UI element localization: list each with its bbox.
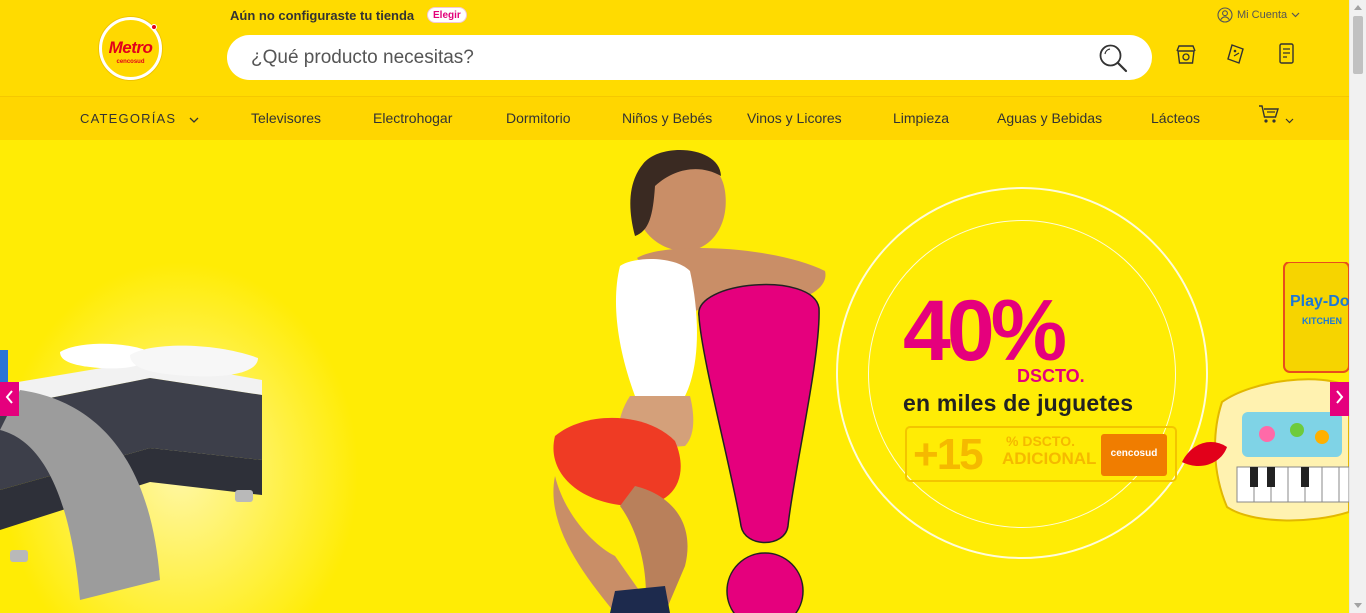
metro-logo[interactable]: Metro cencosud xyxy=(99,17,162,80)
logo-sub: cencosud xyxy=(116,59,145,65)
slider-prev-button[interactable] xyxy=(0,382,19,416)
shopping-list-icon[interactable] xyxy=(1276,42,1298,66)
toy-sub: KITCHEN xyxy=(1302,316,1342,326)
promo-headline: en miles de juguetes xyxy=(903,390,1134,416)
store-message: Aún no configuraste tu tienda xyxy=(230,8,415,23)
promo-extra-line2: ADICIONAL xyxy=(1002,449,1097,468)
chevron-left-icon xyxy=(5,389,14,409)
nav-item-televisores[interactable]: Televisores xyxy=(251,97,321,141)
choose-store-button[interactable]: Elegir xyxy=(427,7,467,23)
promo-extra-value: +15 xyxy=(913,430,984,479)
chevron-right-icon xyxy=(1335,389,1344,409)
nav-item-electrohogar[interactable]: Electrohogar xyxy=(373,97,452,141)
chevron-down-icon xyxy=(1285,98,1294,141)
cencosud-card-badge: cencosud xyxy=(1101,434,1167,476)
logo-brand: Metro xyxy=(108,38,153,57)
cart-dropdown[interactable] xyxy=(1258,97,1294,141)
hero-banner[interactable]: 40% DSCTO. en miles de juguetes +15 % DS… xyxy=(0,140,1349,613)
toys-image: Play-Doh KITCHEN xyxy=(1182,262,1349,522)
category-nav: CATEGORÍAS Televisores Electrohogar Dorm… xyxy=(0,96,1349,140)
bed-image xyxy=(0,343,262,600)
categories-label: CATEGORÍAS xyxy=(80,111,177,126)
account-menu[interactable]: Mi Cuenta xyxy=(1217,7,1300,23)
search-icon[interactable] xyxy=(1098,43,1128,73)
scroll-thumb[interactable] xyxy=(1353,16,1363,74)
toy-brand: Play-Doh xyxy=(1290,293,1349,310)
card-label: cencosud xyxy=(1110,448,1158,459)
slider-next-button[interactable] xyxy=(1330,382,1349,416)
nav-item-lacteos[interactable]: Lácteos xyxy=(1151,97,1200,141)
promo-extra-line1: % DSCTO. xyxy=(1006,433,1075,449)
categories-dropdown[interactable]: CATEGORÍAS xyxy=(80,97,199,141)
store-locator-icon[interactable] xyxy=(1175,42,1197,66)
scroll-up-icon[interactable] xyxy=(1354,5,1362,10)
nav-item-ninos-bebes[interactable]: Niños y Bebés xyxy=(622,97,712,141)
chevron-down-icon xyxy=(1291,12,1300,18)
search-bar xyxy=(227,35,1152,80)
page-scrollbar[interactable] xyxy=(1349,0,1366,613)
exclamation-graphic xyxy=(698,283,820,613)
nav-item-limpieza[interactable]: Limpieza xyxy=(893,97,949,141)
coupon-icon[interactable] xyxy=(1226,42,1248,66)
nav-item-aguas-bebidas[interactable]: Aguas y Bebidas xyxy=(997,97,1102,141)
cart-icon xyxy=(1258,98,1280,141)
user-icon xyxy=(1217,7,1233,23)
nav-item-dormitorio[interactable]: Dormitorio xyxy=(506,97,571,141)
account-label: Mi Cuenta xyxy=(1237,9,1288,21)
logo-dot xyxy=(151,24,157,30)
scroll-down-icon[interactable] xyxy=(1354,603,1362,608)
promo-discount-suffix: DSCTO. xyxy=(1017,366,1085,386)
promo-discount: 40% xyxy=(903,283,1067,379)
top-header: Metro cencosud Aún no configuraste tu ti… xyxy=(0,0,1349,96)
search-input[interactable] xyxy=(251,35,1091,80)
chevron-down-icon xyxy=(189,98,199,141)
promo-extra-box: +15 % DSCTO. ADICIONAL cencosud xyxy=(905,426,1177,482)
nav-item-vinos-licores[interactable]: Vinos y Licores xyxy=(747,97,842,141)
